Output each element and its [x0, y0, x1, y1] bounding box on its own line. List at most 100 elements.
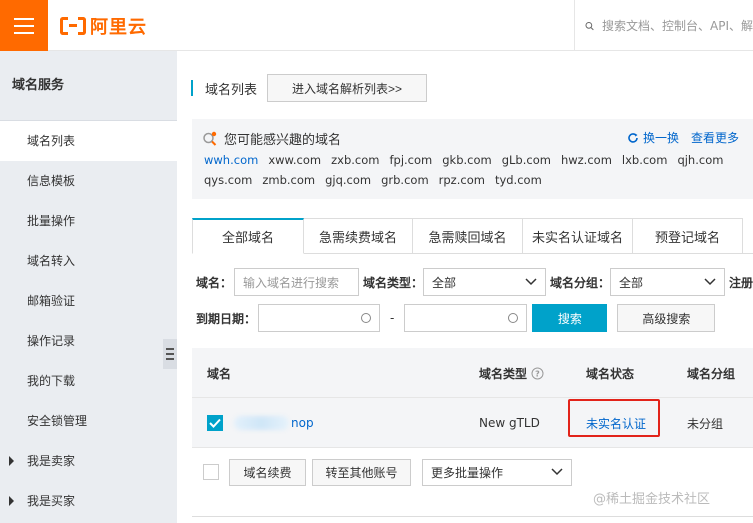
tab-unverified[interactable]: 未实名认证域名: [523, 218, 633, 254]
clock-icon: [361, 313, 372, 323]
suggested-domain[interactable]: gjq.com: [325, 173, 371, 187]
tab-all-domains[interactable]: 全部域名: [192, 218, 304, 254]
aliyun-logo-mark-icon: [60, 17, 86, 35]
transfer-account-button[interactable]: 转至其他账号: [312, 458, 411, 486]
domain-group-select[interactable]: 全部: [610, 268, 725, 296]
sidebar-item-seller[interactable]: 我是卖家: [0, 441, 177, 481]
sidebar-item-email-verify[interactable]: 邮箱验证: [0, 281, 177, 321]
watermark: @稀土掘金技术社区: [593, 492, 711, 507]
suggested-domain[interactable]: lxb.com: [622, 153, 668, 167]
date-separator: -: [390, 311, 395, 325]
suggested-domain[interactable]: tyd.com: [495, 173, 542, 187]
suggested-domain-list: wwh.com xww.com zxb.com fpj.com gkb.com …: [204, 153, 724, 187]
tab-pre-registration[interactable]: 预登记域名: [633, 218, 743, 254]
tab-redemption-urgent[interactable]: 急需赎回域名: [413, 218, 523, 254]
page-title: 域名列表: [205, 82, 258, 98]
filter-row-1: 域名： 输入域名进行搜索 域名类型： 全部 域名分组： 全部 注册: [196, 268, 753, 296]
refresh-label: 换一换: [642, 131, 679, 145]
blurred-domain-name: [234, 416, 289, 430]
domain-search-input[interactable]: 输入域名进行搜索: [234, 268, 359, 296]
col-type-label: 域名类型: [479, 366, 528, 381]
chevron-down-icon: [551, 468, 563, 476]
chevron-down-icon: [525, 278, 537, 286]
sidebar-item-label: 信息模板: [27, 174, 76, 188]
expire-start-date-input[interactable]: [258, 304, 381, 332]
menu-icon[interactable]: [0, 0, 48, 51]
sidebar-item-label: 批量操作: [27, 214, 76, 228]
expire-end-date-input[interactable]: [404, 304, 528, 332]
sidebar-item-domain-list[interactable]: 域名列表: [0, 121, 177, 161]
row-checkbox[interactable]: [207, 415, 223, 431]
domain-search-placeholder: 输入域名进行搜索: [243, 275, 340, 290]
suggested-domains-panel: 您可能感兴趣的域名 换一换 查看更多 wwh.com xww.com zxb.c…: [192, 119, 753, 199]
suggested-domain[interactable]: wwh.com: [204, 153, 258, 167]
domain-type-select[interactable]: 全部: [423, 268, 546, 296]
check-icon: [209, 418, 221, 428]
sidebar-item-label: 操作记录: [27, 334, 76, 348]
suggested-domain[interactable]: gLb.com: [502, 153, 551, 167]
goto-dns-list-button[interactable]: 进入域名解析列表>>: [267, 74, 428, 102]
table-header: 域名 域名类型 ? 域名状态 域名分组: [192, 348, 753, 398]
global-search-input[interactable]: 搜索文档、控制台、API、解: [574, 0, 753, 51]
search-icon: [585, 21, 594, 30]
domain-group-value: 全部: [619, 275, 644, 290]
type-filter-label: 域名类型：: [363, 275, 424, 290]
brand-name: 阿里云: [90, 17, 147, 38]
suggested-domain[interactable]: zmb.com: [262, 173, 315, 187]
sidebar: 域名服务 域名列表 信息模板 批量操作 域名转入 邮箱验证 操作记录 我的下载 …: [0, 51, 177, 523]
search-placeholder: 搜索文档、控制台、API、解: [602, 19, 753, 33]
suggested-domain[interactable]: gkb.com: [442, 153, 491, 167]
sidebar-item-label: 我是买家: [27, 494, 76, 508]
suggested-domain[interactable]: fpj.com: [389, 153, 432, 167]
advanced-search-button[interactable]: 高级搜索: [617, 304, 716, 332]
select-all-checkbox[interactable]: [203, 464, 219, 480]
sidebar-item-info-template[interactable]: 信息模板: [0, 161, 177, 201]
suggested-domain[interactable]: rpz.com: [439, 173, 485, 187]
sidebar-item-security-lock[interactable]: 安全锁管理: [0, 401, 177, 441]
suggest-heading: 您可能感兴趣的域名: [202, 129, 341, 148]
help-icon[interactable]: ?: [531, 367, 544, 380]
tab-renewal-urgent[interactable]: 急需续费域名: [304, 218, 413, 254]
sidebar-item-label: 域名转入: [27, 254, 76, 268]
sidebar-title: 域名服务: [0, 51, 177, 121]
view-more-link[interactable]: 查看更多: [691, 129, 739, 146]
sidebar-item-batch-ops[interactable]: 批量操作: [0, 201, 177, 241]
sidebar-item-label: 我是卖家: [27, 454, 76, 468]
col-status: 域名状态: [586, 366, 635, 381]
refresh-icon: [628, 132, 638, 143]
more-batch-ops-select[interactable]: 更多批量操作: [422, 458, 572, 486]
suggested-domain[interactable]: qjh.com: [677, 153, 723, 167]
table-bottom-border: [192, 516, 753, 517]
search-button[interactable]: 搜索: [532, 304, 608, 332]
sidebar-item-buyer[interactable]: 我是买家: [0, 481, 177, 521]
page-header: 域名列表 进入域名解析列表>>: [191, 74, 428, 102]
suggested-domain[interactable]: zxb.com: [331, 153, 379, 167]
suggested-domain[interactable]: qys.com: [204, 173, 252, 187]
filter-row-2: 到期日期： - 搜索 高级搜索: [196, 304, 716, 332]
search-suggest-icon: [203, 131, 217, 146]
sidebar-item-operation-log[interactable]: 操作记录: [0, 321, 177, 361]
aliyun-logo[interactable]: 阿里云: [60, 13, 147, 39]
refresh-suggestions-link[interactable]: 换一换: [627, 129, 679, 146]
domain-name-link[interactable]: nop: [291, 416, 314, 430]
status-highlight-box: [568, 399, 660, 437]
expire-date-label: 到期日期：: [196, 311, 257, 326]
svg-text:?: ?: [535, 369, 540, 378]
caret-right-icon: [9, 456, 14, 466]
suggested-domain[interactable]: hwz.com: [561, 153, 612, 167]
sidebar-item-transfer-in[interactable]: 域名转入: [0, 241, 177, 281]
sidebar-collapse-icon[interactable]: [163, 339, 177, 369]
col-domain: 域名: [207, 366, 232, 381]
caret-right-icon: [9, 496, 14, 506]
main-content: 域名列表 进入域名解析列表>> 您可能感兴趣的域名 换一换 查看更多 wwh.c…: [177, 51, 753, 523]
col-type: 域名类型 ?: [479, 348, 544, 398]
suggested-domain[interactable]: xww.com: [268, 153, 321, 167]
top-bar: 阿里云 搜索文档、控制台、API、解: [0, 0, 753, 51]
renew-domains-button[interactable]: 域名续费: [229, 458, 306, 486]
sidebar-item-my-downloads[interactable]: 我的下载: [0, 361, 177, 401]
domain-filter-label: 域名：: [196, 275, 233, 290]
domain-tabs: 全部域名 急需续费域名 急需赎回域名 未实名认证域名 预登记域名: [192, 218, 743, 254]
chevron-down-icon: [704, 278, 716, 286]
suggested-domain[interactable]: grb.com: [381, 173, 429, 187]
row-checkbox-cell: [207, 398, 223, 448]
